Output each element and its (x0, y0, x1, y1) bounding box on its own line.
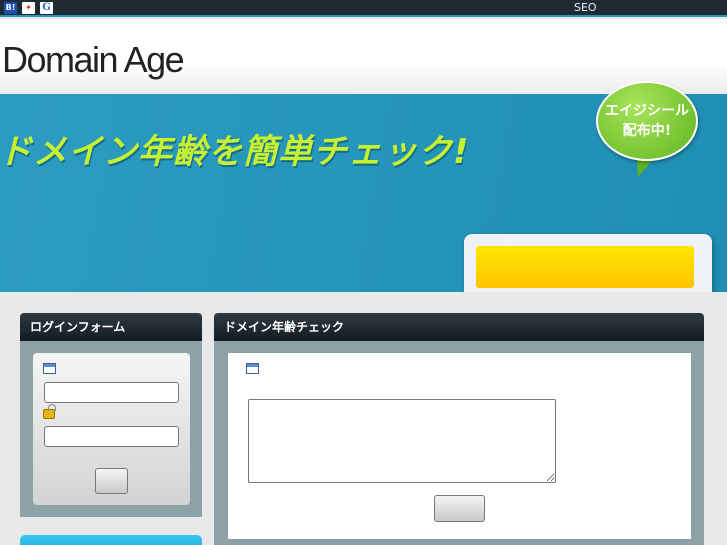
promo-panel (20, 535, 202, 545)
browser-illustration (464, 234, 712, 292)
user-window-icon (43, 363, 56, 374)
seo-link[interactable]: SEO (574, 1, 597, 14)
password-field[interactable] (44, 426, 179, 447)
login-panel-title: ログインフォーム (20, 313, 202, 341)
hatena-bookmark-icon[interactable]: B! (4, 2, 17, 14)
lock-icon (43, 404, 56, 419)
site-logo[interactable]: Domain Age (2, 39, 185, 81)
domain-window-icon (246, 363, 259, 374)
login-button[interactable] (95, 468, 128, 494)
bubble-line-2: 配布中! (622, 123, 672, 139)
checker-panel-title: ドメイン年齢チェック (214, 313, 704, 341)
hero-tagline: ドメイン年齢を簡単チェック! (0, 132, 470, 172)
illustration-header (476, 246, 694, 288)
domain-input[interactable] (248, 399, 556, 483)
age-seal-bubble[interactable]: エイジシール 配布中! (596, 81, 698, 161)
username-field[interactable] (44, 382, 179, 403)
social-bookmark-icons: B! ✦ G (4, 2, 53, 14)
top-bar: B! ✦ G SEO (0, 0, 727, 17)
delicious-icon[interactable]: ✦ (22, 2, 35, 14)
login-form (33, 353, 190, 505)
google-bookmark-icon[interactable]: G (40, 2, 53, 14)
site-header: Domain Age (0, 19, 727, 94)
bubble-line-1: エイジシール (605, 103, 689, 119)
check-button[interactable] (434, 495, 485, 522)
